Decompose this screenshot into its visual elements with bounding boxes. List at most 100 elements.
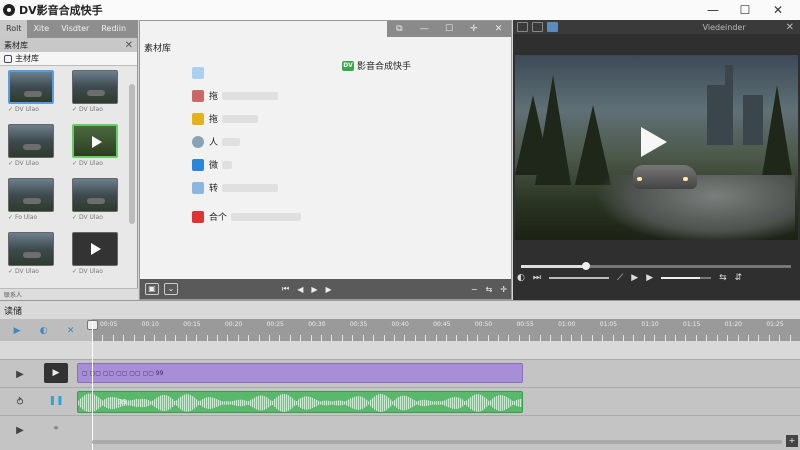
step-forward-icon[interactable]: ▶	[326, 285, 332, 294]
trim-bar[interactable]	[548, 277, 609, 279]
waveform-bar	[366, 399, 368, 407]
waveform-bar	[318, 400, 320, 406]
square-icon[interactable]: ☐	[442, 24, 456, 34]
tower-shape	[725, 65, 733, 95]
media-thumbnail[interactable]: ✓ Fo Ulao	[4, 178, 58, 226]
menu-item-1[interactable]: Rolt	[0, 20, 28, 38]
sort-icon[interactable]: ⇵	[735, 273, 743, 283]
record-icon[interactable]: ◐	[40, 326, 48, 336]
play-icon[interactable]: ▶	[311, 285, 317, 294]
thumbnail-image	[8, 232, 54, 266]
play-button[interactable]: ▶	[631, 273, 638, 283]
timeline-scrollbar[interactable]	[92, 440, 782, 444]
menu-option[interactable]: 人	[192, 130, 301, 153]
split-icon[interactable]: ⇆	[486, 285, 493, 294]
play-icon	[91, 243, 101, 255]
snapshot-icon[interactable]	[532, 22, 543, 32]
menu-option[interactable]: 微	[192, 153, 301, 176]
waveform-bar	[112, 396, 114, 410]
menu-option[interactable]: 拖	[192, 107, 301, 130]
waveform-bar	[492, 398, 494, 408]
waveform-bar	[244, 400, 246, 406]
seek-bar[interactable]	[521, 262, 791, 270]
media-thumbnail[interactable]: ✓ DV Ulao	[68, 232, 122, 280]
context-menu: 拖 拖 人 微 转 合个	[192, 61, 302, 228]
crop-icon[interactable]	[517, 22, 528, 32]
menu-option[interactable]: 转	[192, 176, 301, 199]
timeline-ruler[interactable]: 00:05 00:10 00:15 00:20 00:25 00:30 00:35 00:40…	[92, 319, 800, 341]
pause-icon[interactable]: ❚❚	[44, 391, 68, 411]
menu-option[interactable]	[192, 61, 301, 84]
ruler-tick	[643, 335, 645, 341]
play-overlay-icon[interactable]	[641, 127, 667, 157]
skip-back-icon[interactable]: ⏮	[282, 284, 289, 294]
crosshair-icon[interactable]: ✛	[500, 285, 507, 294]
image-icon[interactable]: ▣	[145, 283, 159, 295]
volume-slider[interactable]	[661, 277, 712, 279]
close-icon[interactable]: ✕	[67, 326, 75, 336]
library-close-icon[interactable]: ✕	[125, 40, 133, 51]
menu-option[interactable]: 拖	[192, 84, 301, 107]
move-icon[interactable]: ✛	[467, 24, 481, 34]
video-clip[interactable]: ▢ ▢▢ ▢▢ ▢▢ ▢▢ ▢▢ 99	[77, 363, 523, 383]
ruler-tick-label: 00:15	[183, 321, 201, 328]
menu-item-3[interactable]: Visdter	[55, 20, 95, 38]
media-thumbnail[interactable]: ✓ DV Ulao	[4, 70, 58, 118]
track-play-icon[interactable]: ▶	[0, 360, 40, 388]
ruler-tick	[550, 335, 552, 341]
waveform-bar	[368, 401, 370, 405]
minimize-button[interactable]: —	[698, 0, 728, 20]
next-icon[interactable]: ▶	[646, 273, 653, 283]
library-breadcrumb[interactable]: 主材库	[0, 52, 137, 66]
waveform-bar	[506, 396, 508, 410]
media-thumbnail[interactable]: ✓ DV Ulao	[4, 232, 58, 280]
step-back-icon[interactable]: ◀	[297, 285, 303, 294]
minus-icon[interactable]: —	[417, 24, 431, 34]
media-thumbnail[interactable]: ✓ DV Ulao	[68, 124, 122, 172]
thumbnail-caption: DV Ulao	[78, 160, 103, 167]
menu-item-4[interactable]: Rediin	[95, 20, 132, 38]
waveform-bar	[432, 401, 434, 405]
menu-option[interactable]: 合个	[192, 205, 302, 228]
waveform-bar	[274, 399, 276, 407]
video-frame[interactable]	[515, 55, 798, 240]
maximize-button[interactable]: ☐	[730, 0, 760, 20]
skip-icon[interactable]: ⏭	[533, 273, 541, 283]
ruler-tick-label: 01:00	[558, 321, 576, 328]
library-footer-label[interactable]: 联系人	[4, 290, 22, 299]
waveform	[78, 393, 522, 412]
app-logo-icon	[3, 4, 15, 16]
preview-close-icon[interactable]: ✕	[786, 22, 794, 33]
media-thumbnail[interactable]: ✓ DV Ulao	[68, 178, 122, 226]
copy-icon[interactable]: ⧉	[392, 24, 406, 34]
media-thumbnail[interactable]: ✓ DV Ulao	[4, 124, 58, 172]
film-icon[interactable]: ▶	[44, 363, 68, 383]
layout-icon[interactable]	[547, 22, 558, 32]
waveform-bar	[442, 401, 444, 405]
link-icon[interactable]: ⚭	[44, 419, 68, 439]
waveform-bar	[396, 398, 398, 408]
library-scrollbar[interactable]	[129, 84, 135, 224]
ruler-tick	[654, 335, 656, 341]
slash-icon[interactable]: ⟋	[617, 273, 623, 283]
close-button[interactable]: ✕	[763, 0, 793, 20]
seek-knob[interactable]	[581, 262, 590, 270]
minus-icon[interactable]: −	[471, 285, 478, 294]
volume-icon[interactable]: ◐	[517, 273, 525, 283]
resize-icon[interactable]: +	[786, 435, 798, 447]
waveform-bar	[344, 401, 346, 405]
menu-item-2[interactable]: Xite	[27, 20, 55, 38]
audio-track-icon[interactable]: ⥁	[0, 388, 40, 416]
chevron-down-icon[interactable]: ⌄	[164, 283, 178, 295]
playhead[interactable]	[92, 321, 93, 450]
play-icon[interactable]: ▶	[14, 326, 21, 336]
ruler-tick	[425, 335, 427, 341]
media-thumbnail[interactable]: ✓ DV Ulao	[68, 70, 122, 118]
waveform-bar	[184, 394, 186, 412]
close-icon[interactable]: ✕	[492, 24, 506, 34]
track-play-icon[interactable]: ▶	[0, 416, 40, 444]
audio-clip[interactable]: 39	[77, 391, 523, 413]
waveform-bar	[312, 397, 314, 409]
swap-icon[interactable]: ⇆	[719, 273, 727, 283]
waveform-bar	[258, 395, 260, 411]
